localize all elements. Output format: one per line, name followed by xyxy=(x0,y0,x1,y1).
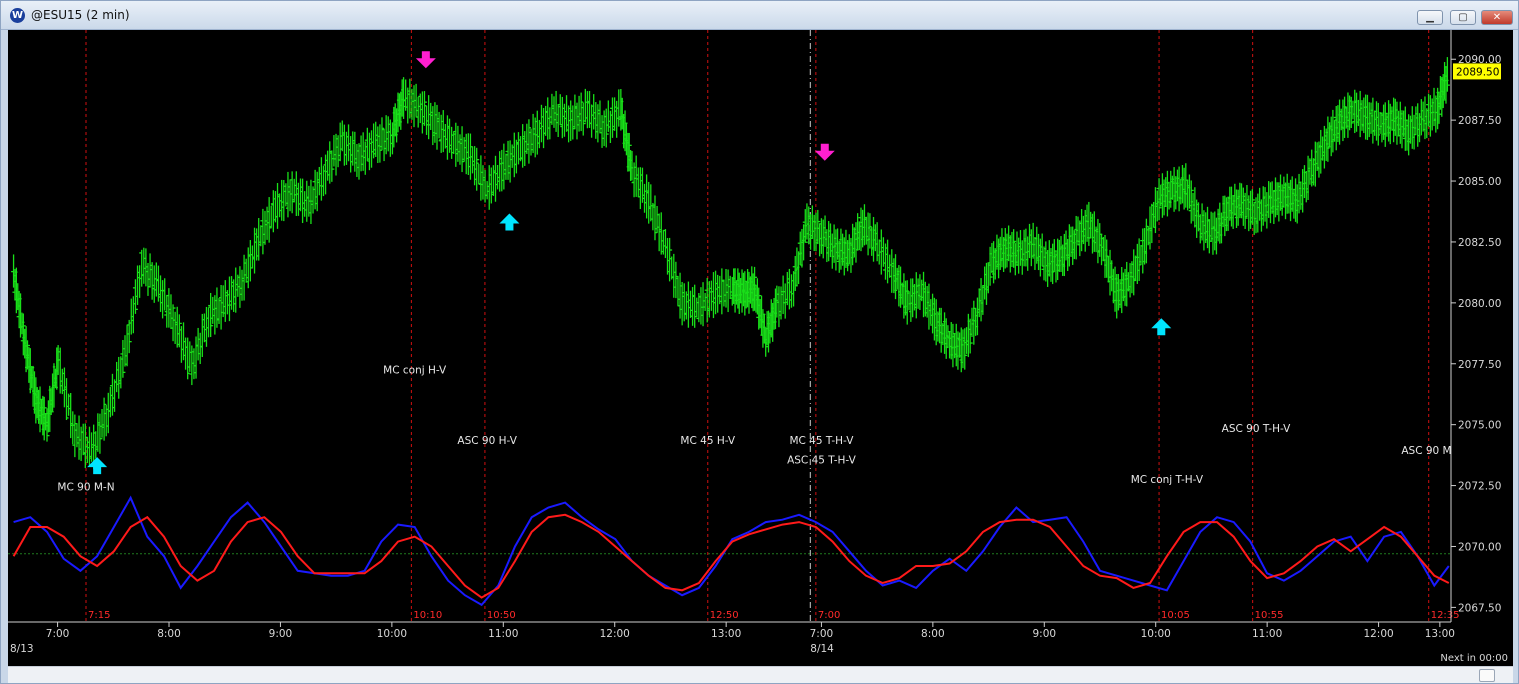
time-tick-label: 12:00 xyxy=(600,628,630,640)
event-annotation: ASC 45 T-H-V xyxy=(787,455,857,467)
event-time-label: 7:00 xyxy=(818,610,840,621)
sell-arrow-icon xyxy=(814,143,835,161)
price-tick-label: 2072.50 xyxy=(1458,481,1501,493)
price-chart[interactable]: 7:15 10:10 10:50 12:50 7:00 10:05 10:55 12:35 MC… xyxy=(8,30,1513,666)
price-tick-label: 2070.00 xyxy=(1458,541,1501,553)
event-time-label: 10:05 xyxy=(1161,610,1190,621)
next-bar-countdown: Next in 00:00 xyxy=(1440,653,1508,664)
price-tick-label: 2082.50 xyxy=(1458,237,1501,249)
minimize-button[interactable]: ▁ xyxy=(1417,10,1443,25)
close-button[interactable]: ✕ xyxy=(1481,10,1513,25)
app-logo-icon: W xyxy=(10,8,25,23)
price-tick-label: 2075.00 xyxy=(1458,420,1501,432)
event-annotation: MC 90 M-N xyxy=(57,481,114,493)
time-tick-label: 13:00 xyxy=(711,628,741,640)
price-tick-label: 2085.00 xyxy=(1458,176,1501,188)
event-annotation: MC 45 H-V xyxy=(680,435,735,447)
time-tick-label: 12:00 xyxy=(1363,628,1393,640)
time-tick-label: 7:00 xyxy=(810,628,834,640)
event-time-label: 10:55 xyxy=(1255,610,1284,621)
price-tick-label: 2087.50 xyxy=(1458,115,1501,127)
day-label: 8/13 xyxy=(10,643,34,655)
day-label: 8/14 xyxy=(810,643,834,655)
price-tick-label: 2077.50 xyxy=(1458,359,1501,371)
time-tick-label: 8:00 xyxy=(157,628,181,640)
fast-oscillator-line xyxy=(13,495,1450,607)
time-tick-label: 8:00 xyxy=(921,628,945,640)
event-time-label: 12:35 xyxy=(1431,610,1460,621)
event-time-label: 10:10 xyxy=(413,610,442,621)
maximize-button[interactable]: ▢ xyxy=(1450,10,1476,25)
minimize-icon: ▁ xyxy=(1426,12,1434,23)
event-annotation: ASC 90 M xyxy=(1401,445,1451,457)
event-annotation: MC conj H-V xyxy=(383,365,447,377)
sell-arrow-icon xyxy=(415,51,436,69)
title-bar[interactable]: W @ESU15 (2 min) ▁ ▢ ✕ xyxy=(1,1,1518,30)
window-title: @ESU15 (2 min) xyxy=(31,8,130,22)
event-annotation: ASC 90 H-V xyxy=(457,435,517,447)
event-time-label: 7:15 xyxy=(88,610,110,621)
buy-arrow-icon xyxy=(87,457,108,475)
time-tick-label: 11:00 xyxy=(1252,628,1282,640)
event-time-label: 10:50 xyxy=(487,610,516,621)
event-annotation: MC conj T-H-V xyxy=(1131,474,1204,486)
price-tick-label: 2080.00 xyxy=(1458,298,1501,310)
event-annotation: MC 45 T-H-V xyxy=(789,435,854,447)
event-annotation: ASC 90 T-H-V xyxy=(1222,423,1292,435)
time-tick-label: 11:00 xyxy=(488,628,518,640)
maximize-icon: ▢ xyxy=(1458,12,1468,23)
chart-window: W @ESU15 (2 min) ▁ ▢ ✕ 7:15 10:10 10:50 12:… xyxy=(0,0,1519,684)
buy-arrow-icon xyxy=(499,213,520,231)
close-icon: ✕ xyxy=(1492,12,1502,23)
last-price-label: 2089.50 xyxy=(1456,66,1499,78)
scroll-thumb[interactable] xyxy=(1479,669,1495,682)
time-tick-label: 9:00 xyxy=(1032,628,1056,640)
horizontal-scrollbar[interactable] xyxy=(8,666,1513,683)
time-tick-label: 13:00 xyxy=(1425,628,1455,640)
buy-arrow-icon xyxy=(1151,318,1172,336)
time-tick-label: 7:00 xyxy=(46,628,70,640)
time-tick-label: 10:00 xyxy=(1141,628,1171,640)
time-tick-label: 10:00 xyxy=(377,628,407,640)
time-tick-label: 9:00 xyxy=(269,628,293,640)
price-tick-label: 2067.50 xyxy=(1458,602,1501,614)
chart-area[interactable]: 7:15 10:10 10:50 12:50 7:00 10:05 10:55 12:35 MC… xyxy=(8,30,1513,666)
slow-oscillator-line xyxy=(12,513,1450,599)
event-time-label: 12:50 xyxy=(710,610,739,621)
